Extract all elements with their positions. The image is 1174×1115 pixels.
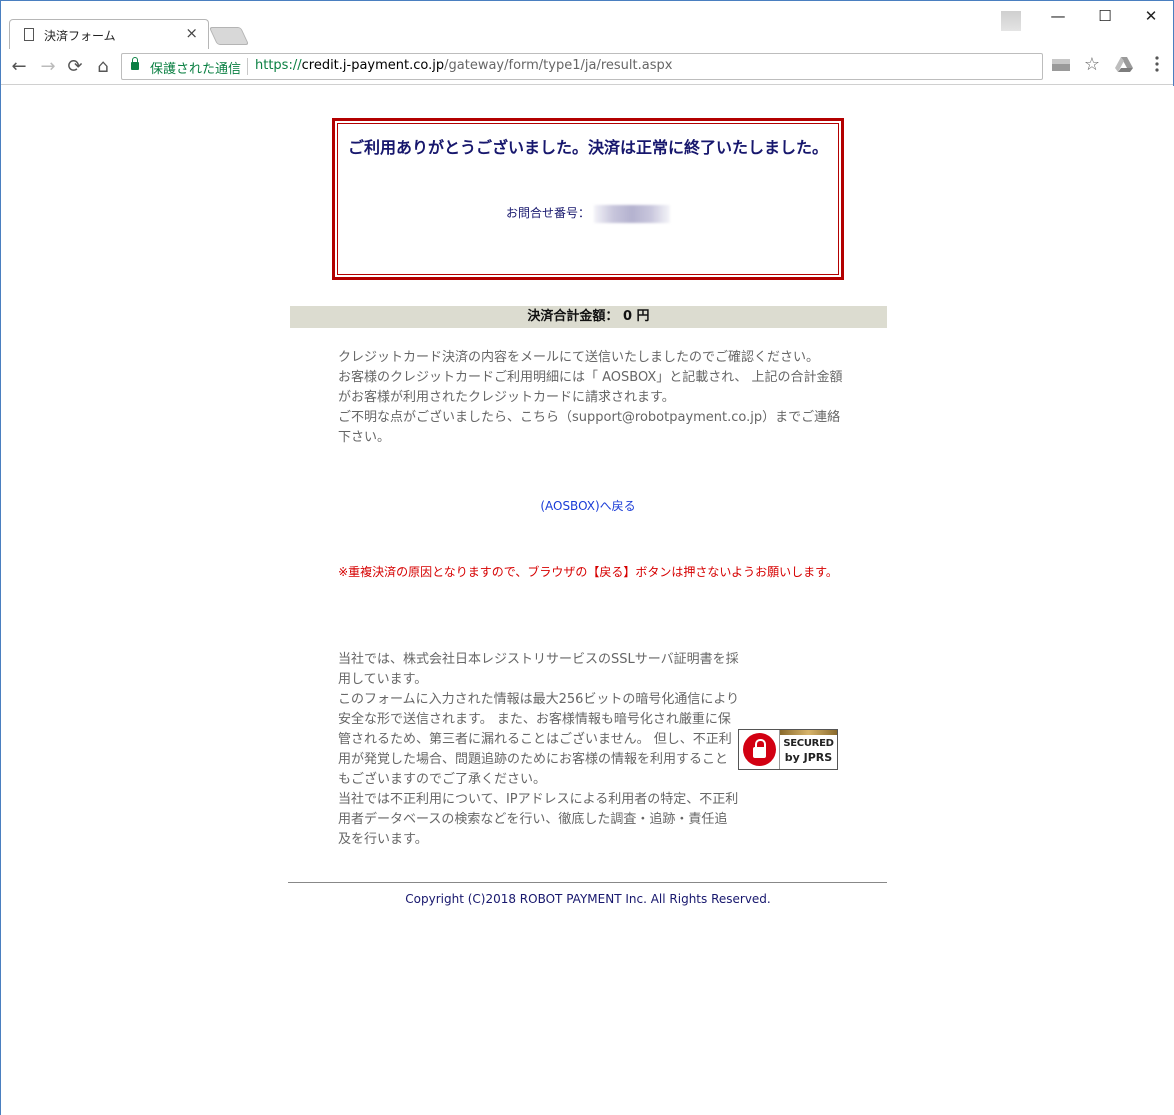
home-button[interactable]: ⌂ [91,55,115,79]
menu-kebab-icon[interactable] [1146,56,1168,78]
document-icon [24,28,34,41]
new-tab-button[interactable] [208,27,250,45]
result-title: ご利用ありがとうございました。決済は正常に終了いたしました。 [347,138,828,157]
jprs-ssl-seal[interactable]: SECURED by JPRS [738,729,838,770]
browser-tab[interactable]: 決済フォーム × [9,19,209,49]
ssl-paragraph-2: このフォームに入力された情報は最大256ビットの暗号化通信により安全な形で送信さ… [338,692,740,787]
tab-title: 決済フォーム [44,29,116,43]
redacted-inquiry-value [594,204,670,223]
result-message-inner: ご利用ありがとうございました。決済は正常に終了いたしました。 お問合せ番号： [337,123,839,275]
ssl-paragraph-1: 当社では、株式会社日本レジストリサービスのSSLサーバ証明書を採用しています。 [338,652,739,687]
inquiry-label: お問合せ番号： [505,206,590,220]
secure-label[interactable]: 保護された通信 [150,58,241,77]
copyright: Copyright (C)2018 ROBOT PAYMENT Inc. All… [405,892,771,906]
tab-close-icon[interactable]: × [185,24,198,42]
browser-toolbar: ← → ⟳ ⌂ 保護された通信 https://credit.j-payment… [1,49,1173,85]
back-button[interactable]: ← [7,55,31,79]
reload-button[interactable]: ⟳ [63,55,87,79]
seal-gold-bar [780,730,837,735]
address-divider [247,58,248,75]
seal-text-area: SECURED by JPRS [779,730,837,769]
bookmark-star-icon[interactable]: ☆ [1081,54,1103,76]
notice-line-3: ご不明な点がございましたら、こちら（support@robotpayment.c… [338,410,841,445]
extension-icon[interactable] [1050,56,1072,78]
lock-icon [131,57,139,70]
footer-divider [288,882,887,883]
forward-button[interactable]: → [36,55,60,79]
duplicate-payment-warning: ※重複決済の原因となりますので、ブラウザの【戻る】ボタンは押さないようお願いしま… [338,565,838,579]
return-to-shop-link[interactable]: (AOSBOX)へ戻る [1,497,1174,514]
total-amount: 0 [622,309,633,324]
address-bar[interactable]: 保護された通信 https://credit.j-payment.co.jp/g… [121,53,1043,80]
page-content: ご利用ありがとうございました。決済は正常に終了いたしました。 お問合せ番号： 決… [1,86,1174,1115]
seal-padlock-area [739,730,779,769]
result-message-box: ご利用ありがとうございました。決済は正常に終了いたしました。 お問合せ番号： [332,118,844,280]
url-host: credit.j-payment.co.jp [301,58,445,73]
seal-text-jprs: by JPRS [784,751,833,764]
ssl-security-notice: 当社では、株式会社日本レジストリサービスのSSLサーバ証明書を採用しています。 … [338,650,740,850]
minimize-button[interactable]: — [1045,7,1071,25]
notice-line-2: お客様のクレジットカードご利用明細には「 AOSBOX」と記載され、 上記の合計… [338,370,843,405]
browser-window: 決済フォーム × — ☐ ✕ ← → ⟳ ⌂ 保護された通信 https://c… [0,0,1174,1115]
inquiry-number: お問合せ番号： [338,204,838,223]
payment-notice: クレジットカード決済の内容をメールにて送信いたしましたのでご確認ください。 お客… [338,348,843,448]
padlock-icon [743,733,776,766]
notice-line-1: クレジットカード決済の内容をメールにて送信いたしましたのでご確認ください。 [338,350,820,365]
seal-text-secured: SECURED [783,738,834,749]
ssl-paragraph-3: 当社では不正利用について、IPアドレスによる利用者の特定、不正利用者データベース… [338,792,739,847]
title-bar: 決済フォーム × — ☐ ✕ [1,1,1173,49]
url-path: /gateway/form/type1/ja/result.aspx [444,58,673,73]
profile-icon[interactable] [1001,11,1021,31]
url-scheme: https:// [255,58,302,73]
payment-total-bar: 決済合計金額： 0 円 [290,306,887,328]
drive-extension-icon[interactable] [1113,56,1135,78]
total-label: 決済合計金額： [527,309,619,324]
close-window-button[interactable]: ✕ [1138,7,1164,25]
url-text[interactable]: https://credit.j-payment.co.jp/gateway/f… [255,58,672,73]
total-unit: 円 [636,309,650,324]
maximize-button[interactable]: ☐ [1092,7,1118,25]
